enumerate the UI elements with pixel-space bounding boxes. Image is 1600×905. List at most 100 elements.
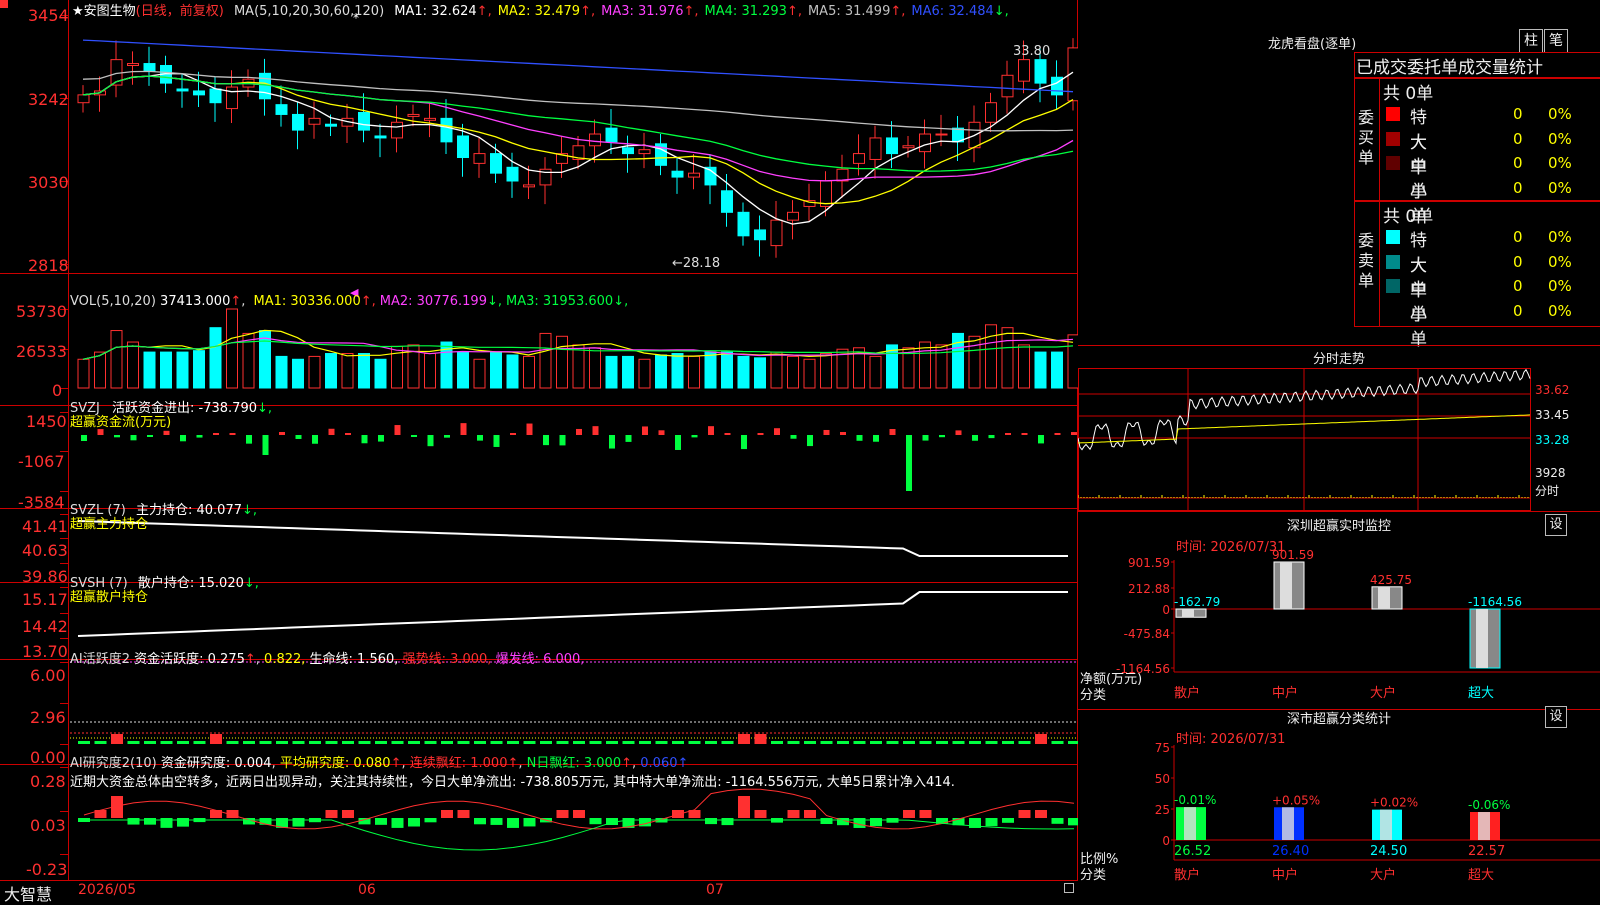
pen-mode-button[interactable]: 笔 [1544, 29, 1568, 53]
ai-research-bar [127, 818, 140, 825]
candle [275, 85, 288, 127]
volume-bar [523, 355, 535, 389]
svzj-bar [130, 435, 137, 441]
low-price-label: ←28.18 [672, 256, 721, 271]
sz-mon-category: 散户 [1174, 685, 1200, 701]
ai-activity-bar [408, 741, 420, 744]
ai-activity-bar [622, 741, 635, 744]
buy-count: 0 [1513, 154, 1523, 172]
svzj-bar [1005, 433, 1011, 435]
volume-bar [176, 351, 189, 389]
svzj-bar [955, 430, 962, 435]
intraday-chart[interactable] [1078, 368, 1600, 511]
sell-count: 0 [1513, 228, 1523, 246]
ai-activity-v2: 0.822, [264, 652, 306, 667]
svzl-line [77, 520, 1068, 557]
sz-class-bar [1372, 809, 1402, 840]
ai-research-bar [1068, 818, 1078, 826]
candle [391, 105, 403, 153]
ai-activity-bar [853, 741, 866, 744]
right-panel: 龙虎看盘(逐单) 柱 笔 已成交委托单成交量统计 委 买 单 共 0单 特大 0 0… [1078, 0, 1600, 900]
svzj-bar [625, 435, 632, 442]
volume-bar [1067, 334, 1078, 389]
y-tick-vol-2: 0 [52, 381, 63, 400]
volume-bar [1034, 351, 1047, 389]
lock-icon[interactable] [1064, 883, 1074, 893]
ai-research-bar [424, 818, 437, 823]
bar-mode-button[interactable]: 柱 [1519, 29, 1543, 53]
candle [787, 200, 799, 240]
volume-bar [803, 358, 816, 389]
chart-mode[interactable]: (日线，前复权) [136, 4, 224, 19]
ai-research-bar [573, 810, 585, 818]
candle [407, 104, 420, 127]
y-tick-svzj-2: -3584 [18, 493, 65, 512]
volume-bar [1001, 327, 1014, 389]
ai-activity-bar [210, 734, 222, 744]
candle [110, 40, 123, 98]
ai-activity-label: 资金活跃度: 0.275 [134, 652, 245, 667]
svzj-bar [609, 435, 615, 449]
ai-activity-bar [771, 741, 783, 744]
vol-ma-2: MA2: 30776.199↓, [379, 294, 502, 309]
vol-ma-1: MA1: 30336.000↑, [253, 294, 376, 309]
tab-done[interactable]: 已成交 [1356, 58, 1407, 78]
date-label-1: 06 [358, 882, 376, 898]
ai-research-bar [870, 818, 882, 827]
sz-class-ytick: 50 [1155, 772, 1170, 786]
ai-research-bar [985, 818, 998, 827]
candle [721, 173, 733, 227]
ai-activity-bar [259, 741, 272, 744]
volume-header: VOL(5,10,20) 37413.000↑, MA1: 30336.000↑… [70, 294, 629, 309]
sell-count: 0 [1513, 277, 1523, 295]
svzj-arrow: ↓, [257, 401, 273, 416]
ai-activity-bar [292, 741, 305, 744]
svzj-bar [972, 435, 978, 441]
ai-activity-bar [870, 741, 882, 744]
buy-color-swatch [1386, 156, 1400, 170]
sz-class-ytick: 0 [1162, 834, 1170, 848]
volume-bar [770, 351, 783, 389]
volume-bar [473, 358, 486, 389]
tab-stats[interactable]: 统计 [1509, 58, 1543, 78]
ai-activity-bar [820, 741, 833, 744]
svzj-bar [361, 435, 368, 444]
ai-activity-bar [556, 741, 569, 744]
ma-values: MA1: 32.624↑, MA2: 32.479↑, MA3: 31.976↑, M… [388, 4, 1009, 19]
sell-pct: 0% [1548, 252, 1572, 271]
ai-activity-bar [952, 741, 965, 744]
svzj-bar [1054, 433, 1061, 435]
tab-orders[interactable]: 委托单 [1407, 58, 1458, 78]
tab-volume[interactable]: 成交量 [1458, 58, 1509, 78]
y-tick-svzj-0: 1450 [26, 412, 67, 431]
volume-bar [539, 332, 552, 389]
ai-research-bar [292, 818, 305, 827]
sz-mon-ytick: 901.59 [1128, 556, 1170, 570]
sz-mon-category: 大户 [1370, 685, 1396, 701]
sell-pct: 0% [1548, 301, 1572, 320]
candle [820, 171, 832, 217]
svzj-bar [1021, 433, 1028, 435]
ai-activity-bar [837, 741, 849, 744]
y-tick-ai-act-2: 0.00 [30, 748, 66, 767]
svzj-bar [658, 430, 665, 435]
buy-color-swatch [1386, 107, 1400, 121]
svzj-bar [444, 435, 450, 438]
y-tick-ai-act-0: 6.00 [30, 666, 66, 685]
ai-research-bar [1035, 810, 1047, 818]
ai-research-bar [457, 810, 470, 818]
svzj-subtitle: 超赢资金流(万元) [70, 415, 172, 430]
ai-activity-bar [688, 741, 701, 744]
y-tick-svsh-2: 13.70 [22, 642, 68, 661]
volume-bar [589, 347, 601, 389]
svzj-bar [576, 428, 582, 435]
ai-activity-bar [309, 741, 321, 744]
sz-monitor-cat-label: 分类 [1080, 688, 1107, 703]
buy-total: 共 0单 [1383, 84, 1434, 104]
ai-activity-bar [474, 741, 486, 744]
svzj-bar [345, 433, 351, 435]
ai-research-bar [523, 818, 536, 827]
intraday-panel[interactable]: 分时走势 33.62 33.45 33.28 3928 分时 [1078, 345, 1600, 511]
volume-bar [787, 355, 799, 389]
favorite-star-icon[interactable]: ★ [72, 4, 84, 19]
